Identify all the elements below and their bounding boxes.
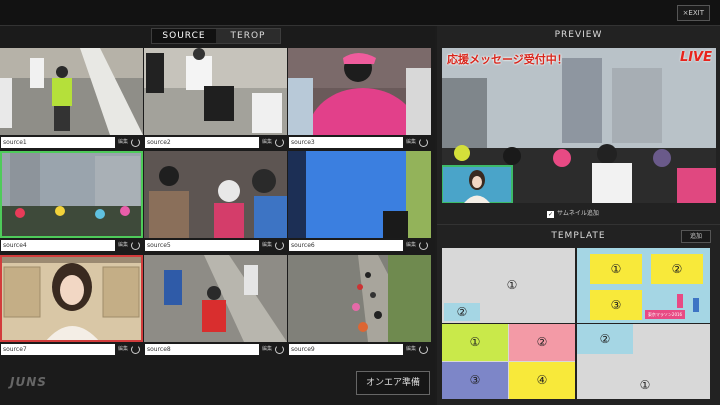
template-region-2: ② bbox=[651, 254, 703, 284]
source-video-3[interactable] bbox=[288, 48, 431, 135]
source-video-9[interactable] bbox=[288, 255, 431, 342]
live-badge: LIVE bbox=[679, 50, 712, 65]
source-cell: 編集 bbox=[0, 48, 143, 151]
refresh-icon[interactable] bbox=[131, 241, 140, 250]
source-name-input-3[interactable] bbox=[289, 137, 403, 148]
edit-button-7[interactable]: 編集 bbox=[118, 345, 128, 352]
refresh-icon[interactable] bbox=[131, 345, 140, 354]
template-title: TEMPLATE bbox=[551, 231, 606, 241]
source-video-6[interactable] bbox=[288, 151, 431, 238]
preview-banner-text: 応援メッセージ受付中！ bbox=[447, 53, 568, 66]
edit-button-4[interactable]: 編集 bbox=[118, 241, 128, 248]
source-video-5[interactable] bbox=[144, 151, 287, 238]
refresh-icon[interactable] bbox=[275, 138, 284, 147]
source-video-2[interactable] bbox=[144, 48, 287, 135]
template-region-3: ③ bbox=[442, 362, 508, 399]
source-name-input-6[interactable] bbox=[289, 240, 403, 251]
refresh-icon[interactable] bbox=[275, 241, 284, 250]
edit-button-9[interactable]: 編集 bbox=[406, 345, 416, 352]
source-name-input-7[interactable] bbox=[1, 344, 115, 355]
refresh-icon[interactable] bbox=[419, 138, 428, 147]
juns-logo: JUNS bbox=[10, 375, 47, 389]
checkbox-icon: ✓ bbox=[547, 211, 554, 218]
source-video-8[interactable] bbox=[144, 255, 287, 342]
template-region-1: ① bbox=[506, 278, 518, 292]
preview-image bbox=[442, 48, 716, 203]
template-3[interactable]: ① ② ③ ④ bbox=[442, 324, 575, 399]
marathon-video-image bbox=[0, 48, 143, 135]
marathon-video-image bbox=[144, 48, 287, 135]
edit-button-5[interactable]: 編集 bbox=[262, 241, 272, 248]
template-region-3: ③ bbox=[590, 290, 642, 320]
marathon-video-image bbox=[288, 151, 431, 238]
source-cell: 編集 bbox=[0, 255, 143, 358]
source-video-1[interactable] bbox=[0, 48, 143, 135]
source-cell: 編集 bbox=[144, 151, 287, 254]
edit-button-2[interactable]: 編集 bbox=[262, 138, 272, 145]
tab-source[interactable]: SOURCE bbox=[152, 29, 216, 43]
preview-title: PREVIEW bbox=[554, 30, 603, 40]
refresh-icon[interactable] bbox=[419, 345, 428, 354]
template-1[interactable]: ① ② bbox=[442, 248, 575, 323]
marathon-video-image bbox=[288, 48, 431, 135]
add-template-button[interactable]: 追加 bbox=[681, 230, 711, 243]
source-video-4[interactable] bbox=[0, 151, 143, 238]
source-name-input-2[interactable] bbox=[145, 137, 259, 148]
marathon-video-image bbox=[0, 151, 143, 238]
template-2[interactable]: ① ② ③ 東京マラソン2016 bbox=[577, 248, 710, 323]
source-name-input-5[interactable] bbox=[145, 240, 259, 251]
onair-ready-button[interactable]: オンエア準備 bbox=[356, 371, 430, 395]
exit-button[interactable]: ×EXIT bbox=[676, 5, 710, 21]
source-tabs: SOURCE TEROP bbox=[151, 28, 281, 44]
edit-button-3[interactable]: 編集 bbox=[406, 138, 416, 145]
runner-icon bbox=[677, 294, 683, 308]
thumbnail-checkbox[interactable]: ✓ サムネイル追加 bbox=[547, 208, 599, 218]
top-bar: ×EXIT bbox=[0, 0, 720, 26]
tab-terop[interactable]: TEROP bbox=[216, 29, 280, 43]
template-region-4: ④ bbox=[509, 362, 575, 399]
template-region-1: ① bbox=[639, 378, 651, 392]
edit-button-6[interactable]: 編集 bbox=[406, 241, 416, 248]
edit-button-1[interactable]: 編集 bbox=[118, 138, 128, 145]
source-cell: 編集 bbox=[0, 151, 143, 254]
template-banner: 東京マラソン2016 bbox=[645, 310, 685, 319]
marathon-video-image bbox=[144, 255, 287, 342]
presenter-video-image bbox=[0, 255, 143, 342]
source-cell: 編集 bbox=[288, 255, 431, 358]
right-panel: PREVIEW 応援メッセージ受付中！ LIVE ✓ サムネイル追加 TEMPLA… bbox=[437, 26, 720, 405]
edit-button-8[interactable]: 編集 bbox=[262, 345, 272, 352]
source-name-input-4[interactable] bbox=[1, 240, 115, 251]
marathon-video-image bbox=[144, 151, 287, 238]
marathon-video-image bbox=[288, 255, 431, 342]
source-video-7[interactable] bbox=[0, 255, 143, 342]
source-cell: 編集 bbox=[288, 48, 431, 151]
template-region-1: ① bbox=[442, 324, 508, 361]
template-region-2: ② bbox=[577, 324, 633, 354]
source-name-input-9[interactable] bbox=[289, 344, 403, 355]
template-region-2: ② bbox=[509, 324, 575, 361]
source-panel: SOURCE TEROP 編集 bbox=[0, 26, 435, 405]
preview-video: 応援メッセージ受付中！ LIVE bbox=[442, 48, 716, 203]
source-cell: 編集 bbox=[144, 255, 287, 358]
template-region-1: ① bbox=[590, 254, 642, 284]
refresh-icon[interactable] bbox=[275, 345, 284, 354]
refresh-icon[interactable] bbox=[419, 241, 428, 250]
runner-icon bbox=[693, 298, 699, 312]
source-cell: 編集 bbox=[144, 48, 287, 151]
template-4[interactable]: ② ① bbox=[577, 324, 710, 399]
template-region-2: ② bbox=[444, 303, 480, 321]
refresh-icon[interactable] bbox=[131, 138, 140, 147]
source-name-input-1[interactable] bbox=[1, 137, 115, 148]
source-cell: 編集 bbox=[288, 151, 431, 254]
source-name-input-8[interactable] bbox=[145, 344, 259, 355]
